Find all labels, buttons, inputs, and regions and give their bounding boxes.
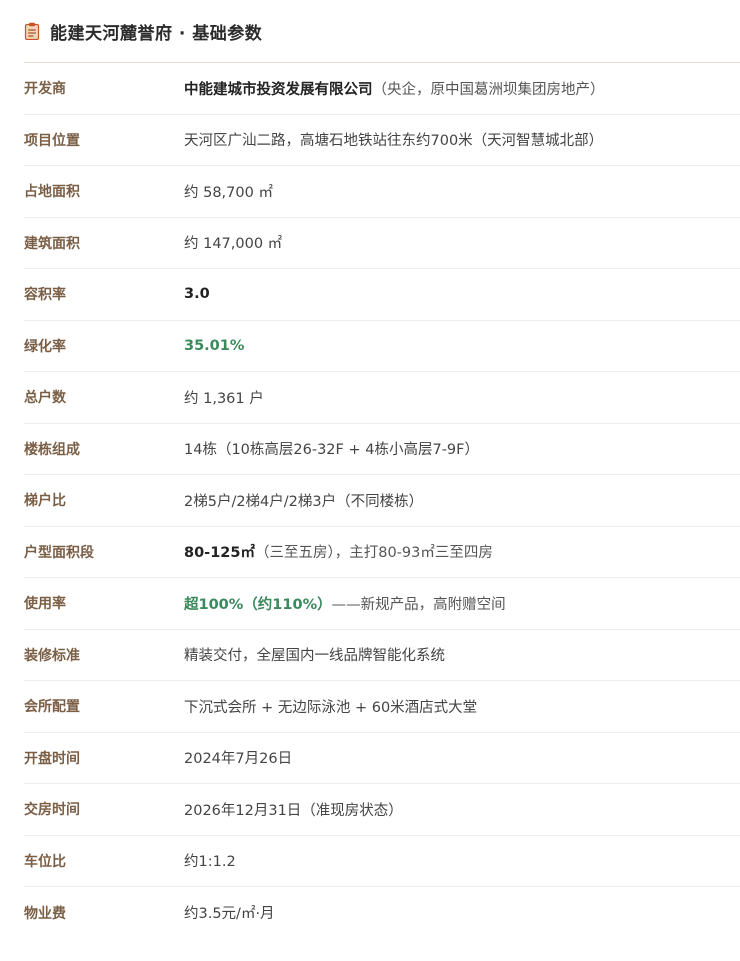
parameter-label: 建筑面积 (24, 235, 80, 252)
clipboard-document-icon (24, 22, 40, 41)
parameter-label: 使用率 (24, 596, 66, 613)
parameter-value-text: 下沉式会所 + 无边际泳池 + 60米酒店式大堂 (184, 699, 478, 716)
parameter-label: 总户数 (24, 390, 66, 407)
parameter-label: 绿化率 (24, 338, 66, 355)
parameter-value-text: 约 1,361 户 (184, 390, 264, 407)
parameter-value-highlight: 35.01% (184, 337, 245, 354)
parameter-label: 户型面积段 (24, 544, 94, 561)
parameter-value: 超100%（约110%）——新规产品，高附赠空间 (184, 593, 506, 614)
parameter-row: 会所配置 下沉式会所 + 无边际泳池 + 60米酒店式大堂 (24, 681, 740, 733)
project-parameters-panel: 能建天河麓誉府 · 基础参数 开发商 中能建城市投资发展有限公司（央企，原中国葛洲… (0, 0, 740, 961)
parameter-value: 35.01% (184, 338, 244, 354)
parameter-value: 约 58,700 ㎡ (184, 181, 273, 202)
parameter-value-text: 14栋（10栋高层26-32F + 4栋小高层7-9F） (184, 442, 479, 459)
parameter-label: 会所配置 (24, 699, 80, 716)
parameter-row: 绿化率 35.01% (24, 321, 740, 372)
parameter-value: 3.0 (184, 286, 210, 302)
parameter-row: 使用率 超100%（约110%）——新规产品，高附赠空间 (24, 578, 740, 630)
parameter-value: 80-125㎡（三至五房），主打80-93㎡三至四房 (184, 541, 493, 562)
parameter-value-text: 约3.5元/㎡·月 (184, 906, 275, 923)
parameter-value: 约1:1.2 (184, 850, 236, 871)
parameter-row: 交房时间 2026年12月31日（准现房状态） (24, 784, 740, 836)
parameter-label: 开盘时间 (24, 750, 80, 767)
parameter-value-emphasis: 80-125㎡ (184, 545, 255, 562)
parameter-value-highlight: 超100%（约110%） (184, 596, 332, 613)
parameter-value-text: （央企，原中国葛洲坝集团房地产） (372, 81, 605, 98)
parameter-value-emphasis: 中能建城市投资发展有限公司 (184, 81, 373, 98)
parameter-value: 2026年12月31日（准现房状态） (184, 799, 403, 820)
parameter-row: 装修标准 精装交付，全屋国内一线品牌智能化系统 (24, 630, 740, 681)
parameter-value-text: 2梯5户/2梯4户/2梯3户（不同楼栋） (184, 493, 424, 510)
parameter-value-text: 2026年12月31日（准现房状态） (184, 802, 403, 819)
parameter-row: 建筑面积 约 147,000 ㎡ (24, 218, 740, 269)
parameter-row: 总户数 约 1,361 户 (24, 372, 740, 424)
parameter-table: 开发商 中能建城市投资发展有限公司（央企，原中国葛洲坝集团房地产） 项目位置 天河区广… (24, 63, 740, 939)
parameter-value-text: 精装交付，全屋国内一线品牌智能化系统 (184, 648, 445, 665)
parameter-label: 楼栋组成 (24, 441, 80, 458)
parameter-label: 物业费 (24, 905, 66, 922)
parameter-row: 楼栋组成 14栋（10栋高层26-32F + 4栋小高层7-9F） (24, 424, 740, 475)
parameter-row: 梯户比 2梯5户/2梯4户/2梯3户（不同楼栋） (24, 475, 740, 527)
parameter-row: 户型面积段 80-125㎡（三至五房），主打80-93㎡三至四房 (24, 527, 740, 578)
parameter-value: 约3.5元/㎡·月 (184, 902, 275, 923)
panel-header: 能建天河麓誉府 · 基础参数 (24, 0, 740, 63)
parameter-value: 中能建城市投资发展有限公司（央企，原中国葛洲坝集团房地产） (184, 78, 605, 99)
page-title: 能建天河麓誉府 · 基础参数 (50, 23, 263, 44)
parameter-row: 项目位置 天河区广汕二路，高塘石地铁站往东约700米（天河智慧城北部） (24, 115, 740, 166)
parameter-value: 天河区广汕二路，高塘石地铁站往东约700米（天河智慧城北部） (184, 129, 603, 150)
parameter-row: 物业费 约3.5元/㎡·月 (24, 887, 740, 939)
parameter-label: 开发商 (24, 81, 66, 98)
parameter-value: 约 147,000 ㎡ (184, 232, 282, 253)
parameter-label: 梯户比 (24, 493, 66, 510)
parameter-value-emphasis: 3.0 (184, 286, 210, 303)
parameter-label: 车位比 (24, 853, 66, 870)
parameter-label: 项目位置 (24, 132, 80, 149)
parameter-row: 容积率 3.0 (24, 269, 740, 321)
parameter-value-text: 约 58,700 ㎡ (184, 184, 273, 201)
parameter-value: 14栋（10栋高层26-32F + 4栋小高层7-9F） (184, 438, 479, 459)
parameter-label: 占地面积 (24, 184, 80, 201)
parameter-value-text: 天河区广汕二路，高塘石地铁站往东约700米（天河智慧城北部） (184, 133, 604, 150)
parameter-row: 占地面积 约 58,700 ㎡ (24, 166, 740, 218)
parameter-row: 开盘时间 2024年7月26日 (24, 733, 740, 784)
parameter-value: 精装交付，全屋国内一线品牌智能化系统 (184, 644, 445, 665)
parameter-value: 下沉式会所 + 无边际泳池 + 60米酒店式大堂 (184, 696, 477, 717)
parameter-label: 容积率 (24, 287, 66, 304)
parameter-label: 交房时间 (24, 802, 80, 819)
parameter-value-text: ——新规产品，高附赠空间 (331, 596, 506, 613)
parameter-value: 2024年7月26日 (184, 747, 292, 768)
parameter-value-text: （三至五房），主打80-93㎡三至四房 (254, 545, 493, 562)
parameter-value: 约 1,361 户 (184, 387, 264, 408)
parameter-row: 车位比 约1:1.2 (24, 836, 740, 887)
parameter-label: 装修标准 (24, 647, 80, 664)
parameter-value-text: 约 147,000 ㎡ (184, 236, 283, 253)
parameter-row: 开发商 中能建城市投资发展有限公司（央企，原中国葛洲坝集团房地产） (24, 63, 740, 115)
parameter-value-text: 2024年7月26日 (184, 751, 293, 768)
parameter-value-text: 约1:1.2 (184, 854, 236, 871)
parameter-value: 2梯5户/2梯4户/2梯3户（不同楼栋） (184, 490, 423, 511)
